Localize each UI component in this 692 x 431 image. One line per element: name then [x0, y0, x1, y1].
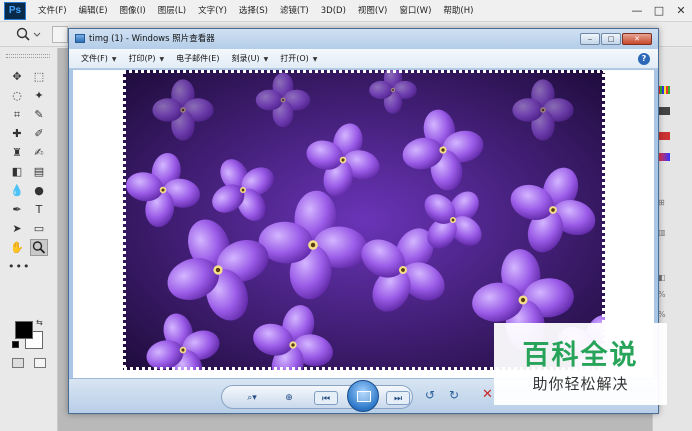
healing-brush-icon[interactable]: ✚ [8, 125, 26, 142]
rotate-right-icon[interactable]: ↻ [449, 388, 459, 402]
magic-wand-icon[interactable]: ✦ [30, 87, 48, 104]
zoom-in-option-icon[interactable] [52, 26, 68, 43]
ps-toolbox: ✥ ⬚ ◌ ✦ ⌗ ✎ ✚ ✐ ♜ ✍ ◧ ▤ 💧 ● ✒ T ➤ ▭ ✋ ••… [0, 48, 58, 431]
panel-collapse-icon[interactable]: ◧ [658, 273, 666, 282]
close-button[interactable]: ✕ [670, 0, 692, 22]
photo-viewer-titlebar[interactable]: timg (1) - Windows 照片查看器 ‒ □ ✕ [69, 29, 658, 49]
eyedropper-icon[interactable]: ✎ [30, 106, 48, 123]
chevron-down-icon: ▼ [111, 56, 117, 63]
menu-filter[interactable]: 滤镜(T) [274, 0, 315, 22]
watermark-title: 百科全说 [522, 340, 639, 371]
type-tool-icon[interactable]: T [30, 201, 48, 218]
next-button[interactable]: ⏭ [386, 391, 410, 405]
pv-menu-file[interactable]: 文件(F) ▼ [81, 53, 116, 64]
actual-size-icon[interactable]: ⊕ [280, 391, 298, 405]
watermark-subtitle: 助你轻松解决 [532, 375, 629, 393]
menu-select[interactable]: 选择(S) [233, 0, 274, 22]
menu-help[interactable]: 帮助(H) [437, 0, 479, 22]
pv-menu-email[interactable]: 电子邮件(E) [176, 53, 219, 64]
photo-viewer-app-icon [75, 34, 85, 43]
adjustments-panel-icon[interactable] [658, 132, 670, 140]
foreground-color-swatch[interactable] [15, 321, 33, 339]
menu-view[interactable]: 视图(V) [352, 0, 393, 22]
eraser-tool-icon[interactable]: ◧ [8, 163, 26, 180]
previous-button[interactable]: ⏮ [314, 391, 338, 405]
default-colors-icon[interactable] [12, 341, 19, 348]
chevron-down-icon: ▼ [159, 56, 165, 63]
pv-menu-print[interactable]: 打印(P) ▼ [128, 53, 164, 64]
swap-colors-icon[interactable]: ⇆ [36, 318, 43, 327]
path-select-icon[interactable]: ➤ [8, 220, 26, 237]
zoom-tool-icon[interactable] [30, 239, 48, 256]
rotate-left-icon[interactable]: ↺ [425, 388, 435, 402]
zoom-icon[interactable]: ⌕▾ [240, 391, 264, 405]
photo-viewer-title: timg (1) - Windows 照片查看器 [89, 34, 215, 44]
chevron-down-icon: ▼ [312, 56, 318, 63]
hand-tool-icon[interactable]: ✋ [8, 239, 26, 256]
lasso-tool-icon[interactable]: ◌ [8, 87, 26, 104]
minimize-button[interactable]: — [626, 0, 648, 22]
panel-percent-icon-2: % [658, 310, 666, 319]
maximize-button[interactable]: □ [648, 0, 670, 22]
menu-edit[interactable]: 编辑(E) [73, 0, 114, 22]
toolbox-grip[interactable] [6, 54, 50, 58]
baike-watermark: 百科全说 助你轻松解决 [494, 323, 667, 405]
slideshow-button[interactable] [347, 380, 379, 412]
marquee-tool-icon[interactable]: ⬚ [30, 68, 48, 85]
panel-delete-icon[interactable]: ▥ [658, 228, 666, 237]
pv-maximize-button[interactable]: □ [601, 33, 621, 45]
screen-mode-icon[interactable] [34, 358, 46, 368]
move-tool-icon[interactable]: ✥ [8, 68, 26, 85]
more-tools-icon[interactable]: ••• [8, 258, 29, 275]
menu-window[interactable]: 窗口(W) [393, 0, 437, 22]
menu-file[interactable]: 文件(F) [32, 0, 73, 22]
history-brush-icon[interactable]: ✍ [30, 144, 48, 161]
chevron-down-icon: ▼ [263, 56, 269, 63]
panel-lock-icon[interactable]: ⊞ [658, 198, 665, 207]
quick-mask-icon[interactable] [12, 358, 24, 368]
crop-tool-icon[interactable]: ⌗ [8, 106, 26, 123]
gradient-tool-icon[interactable]: ▤ [30, 163, 48, 180]
menu-type[interactable]: 文字(Y) [192, 0, 233, 22]
panel-percent-icon: % [658, 290, 666, 299]
brush-tool-icon[interactable]: ✐ [30, 125, 48, 142]
zoom-tool-preset-icon[interactable] [14, 26, 44, 43]
pv-menu-burn[interactable]: 刻录(U) ▼ [231, 53, 268, 64]
help-icon[interactable]: ? [638, 53, 650, 65]
ps-menubar: Ps 文件(F) 编辑(E) 图像(I) 图层(L) 文字(Y) 选择(S) 滤… [0, 0, 692, 22]
swatches-panel-icon[interactable] [658, 86, 670, 94]
pv-menu-open[interactable]: 打开(O) ▼ [280, 53, 317, 64]
blur-tool-icon[interactable]: 💧 [8, 182, 26, 199]
color-panel-icon[interactable] [658, 107, 670, 115]
menu-image[interactable]: 图像(I) [114, 0, 152, 22]
menu-3d[interactable]: 3D(D) [315, 0, 352, 22]
menu-layer[interactable]: 图层(L) [152, 0, 192, 22]
clone-stamp-icon[interactable]: ♜ [8, 144, 26, 161]
dodge-tool-icon[interactable]: ● [30, 182, 48, 199]
photo-nav-bar: ⌕▾ ⊕ ⏮ ⏭ [221, 385, 413, 409]
pen-tool-icon[interactable]: ✒ [8, 201, 26, 218]
photo-viewer-menubar: 文件(F) ▼ 打印(P) ▼ 电子邮件(E) 刻录(U) ▼ 打开(O) ▼ ? [69, 49, 658, 69]
slideshow-icon [357, 391, 371, 402]
pv-close-button[interactable]: ✕ [622, 33, 652, 45]
styles-panel-icon[interactable] [658, 153, 670, 161]
pv-minimize-button[interactable]: ‒ [580, 33, 600, 45]
delete-icon[interactable]: ✕ [482, 387, 493, 402]
ps-logo: Ps [4, 1, 26, 20]
shape-tool-icon[interactable]: ▭ [30, 220, 48, 237]
